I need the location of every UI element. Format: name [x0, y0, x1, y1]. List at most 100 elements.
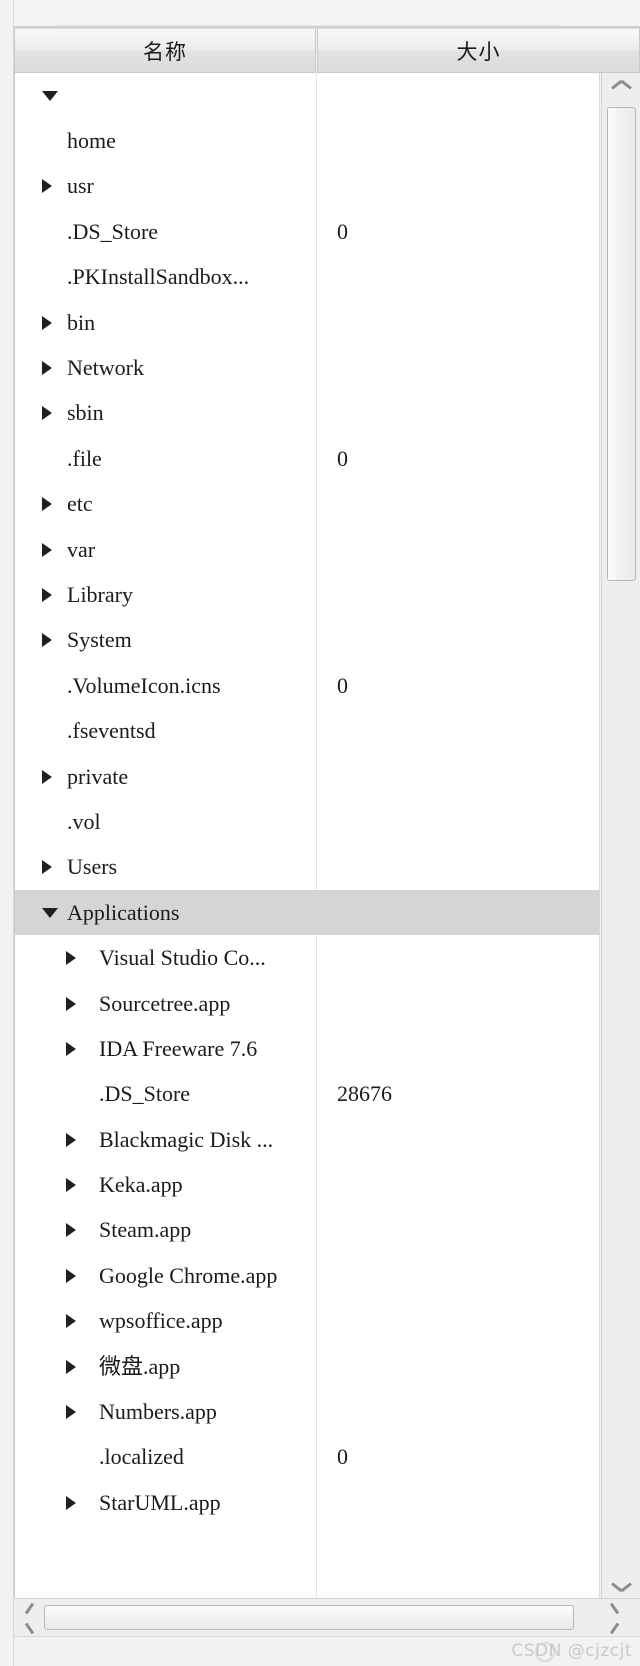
tree-row[interactable]: .localized 0: [15, 1435, 599, 1480]
tree-row[interactable]: Sourcetree.app: [15, 981, 599, 1026]
tree-row[interactable]: .DS_Store 0: [15, 209, 599, 254]
tree-row[interactable]: [15, 73, 599, 118]
triangle-right-icon[interactable]: [66, 1495, 76, 1510]
triangle-right-icon[interactable]: [42, 406, 52, 421]
triangle-right-icon[interactable]: [42, 361, 52, 376]
tree-row-name-cell[interactable]: .fseventsd: [15, 708, 316, 753]
tree-row-name-cell[interactable]: Google Chrome.app: [15, 1253, 316, 1298]
tree-row-name-cell[interactable]: etc: [15, 482, 316, 527]
triangle-right-icon[interactable]: [66, 1132, 76, 1147]
triangle-right-icon[interactable]: [42, 769, 52, 784]
tree-row[interactable]: bin: [15, 300, 599, 345]
triangle-right-icon[interactable]: [42, 860, 52, 875]
chevron-down-icon: [612, 1578, 631, 1588]
tree-row-name-cell[interactable]: .VolumeIcon.icns: [15, 663, 316, 708]
tree-row[interactable]: Applications: [15, 890, 599, 936]
tree-row[interactable]: Steam.app: [15, 1208, 599, 1253]
triangle-right-icon[interactable]: [66, 1041, 76, 1056]
tree-row-name-cell[interactable]: .DS_Store: [15, 209, 316, 254]
tree-row[interactable]: .DS_Store 28676: [15, 1072, 599, 1117]
tree-row[interactable]: 微盘.app: [15, 1344, 599, 1389]
tree-row[interactable]: .vol: [15, 799, 599, 844]
triangle-right-icon[interactable]: [66, 1178, 76, 1193]
tree-row[interactable]: Library: [15, 572, 599, 617]
tree-row-name-cell[interactable]: .localized: [15, 1435, 316, 1480]
tree-row-name-cell[interactable]: Sourcetree.app: [15, 981, 316, 1026]
tree-row-name-cell[interactable]: sbin: [15, 391, 316, 436]
tree-row-name-cell[interactable]: .vol: [15, 799, 316, 844]
tree-row-label: Sourcetree.app: [99, 990, 231, 1016]
triangle-right-icon[interactable]: [42, 315, 52, 330]
tree-row-name-cell[interactable]: usr: [15, 164, 316, 209]
triangle-right-icon[interactable]: [42, 633, 52, 648]
tree-row[interactable]: etc: [15, 482, 599, 527]
tree-row[interactable]: IDA Freeware 7.6: [15, 1026, 599, 1071]
tree-row[interactable]: StarUML.app: [15, 1480, 599, 1525]
tree-row-name-cell[interactable]: var: [15, 527, 316, 572]
horizontal-scrollbar-thumb[interactable]: [44, 1605, 574, 1630]
triangle-down-icon[interactable]: [42, 907, 58, 918]
triangle-right-icon[interactable]: [42, 179, 52, 194]
tree-row-name-cell[interactable]: .file: [15, 436, 316, 481]
tree-row[interactable]: Blackmagic Disk ...: [15, 1117, 599, 1162]
tree-row-name-cell[interactable]: Users: [15, 845, 316, 890]
triangle-right-icon[interactable]: [42, 497, 52, 512]
tree-row-name-cell[interactable]: wpsoffice.app: [15, 1299, 316, 1344]
column-header-size[interactable]: 大小: [317, 28, 640, 73]
triangle-right-icon[interactable]: [42, 542, 52, 557]
tree-row[interactable]: Numbers.app: [15, 1389, 599, 1434]
tree-row-name-cell[interactable]: [15, 73, 316, 118]
tree-row[interactable]: usr: [15, 164, 599, 209]
tree-row-name-cell[interactable]: private: [15, 754, 316, 799]
scroll-up-button[interactable]: [602, 73, 640, 103]
triangle-right-icon[interactable]: [66, 951, 76, 966]
column-header-name[interactable]: 名称: [14, 28, 316, 73]
tree-row[interactable]: Network: [15, 345, 599, 390]
tree-row-name-cell[interactable]: System: [15, 618, 316, 663]
scroll-right-button[interactable]: [596, 1599, 628, 1636]
tree-row-name-cell[interactable]: .PKInstallSandbox...: [15, 255, 316, 300]
tree-row-name-cell[interactable]: Blackmagic Disk ...: [15, 1117, 316, 1162]
scroll-down-button[interactable]: [602, 1568, 640, 1598]
tree-row[interactable]: System: [15, 618, 599, 663]
tree-row-name-cell[interactable]: Keka.app: [15, 1162, 316, 1207]
tree-row-name-cell[interactable]: Visual Studio Co...: [15, 935, 316, 980]
tree-row-name-cell[interactable]: Network: [15, 345, 316, 390]
tree-row-name-cell[interactable]: StarUML.app: [15, 1480, 316, 1525]
tree-row-name-cell[interactable]: Applications: [15, 890, 316, 935]
tree-row[interactable]: home: [15, 118, 599, 163]
triangle-down-icon[interactable]: [42, 90, 58, 101]
tree-row[interactable]: Visual Studio Co...: [15, 935, 599, 980]
triangle-right-icon[interactable]: [66, 1268, 76, 1283]
tree-row[interactable]: Users: [15, 845, 599, 890]
tree-row[interactable]: .PKInstallSandbox...: [15, 255, 599, 300]
tree-row[interactable]: Google Chrome.app: [15, 1253, 599, 1298]
triangle-right-icon[interactable]: [66, 996, 76, 1011]
tree-row-name-cell[interactable]: Steam.app: [15, 1208, 316, 1253]
tree-row-name-cell[interactable]: .DS_Store: [15, 1072, 316, 1117]
triangle-right-icon[interactable]: [42, 587, 52, 602]
tree-row[interactable]: private: [15, 754, 599, 799]
tree-row-name-cell[interactable]: IDA Freeware 7.6: [15, 1026, 316, 1071]
tree-row-name-cell[interactable]: 微盘.app: [15, 1344, 316, 1389]
tree-row[interactable]: .fseventsd: [15, 708, 599, 753]
tree-row[interactable]: .VolumeIcon.icns 0: [15, 663, 599, 708]
file-tree-viewport[interactable]: home usr .DS_Store 0 .PKInstallSandbox... bin…: [14, 73, 600, 1598]
tree-row-name-cell[interactable]: bin: [15, 300, 316, 345]
triangle-right-icon[interactable]: [66, 1223, 76, 1238]
vertical-scrollbar-thumb[interactable]: [607, 107, 636, 581]
tree-row[interactable]: wpsoffice.app: [15, 1299, 599, 1344]
tree-row[interactable]: Keka.app: [15, 1162, 599, 1207]
tree-row-name-cell[interactable]: home: [15, 118, 316, 163]
horizontal-scrollbar[interactable]: [14, 1598, 640, 1636]
tree-row[interactable]: sbin: [15, 391, 599, 436]
chevron-right-icon: [607, 1608, 617, 1628]
triangle-right-icon[interactable]: [66, 1314, 76, 1329]
tree-row[interactable]: .file 0: [15, 436, 599, 481]
triangle-right-icon[interactable]: [66, 1405, 76, 1420]
triangle-right-icon[interactable]: [66, 1359, 76, 1374]
tree-row-name-cell[interactable]: Library: [15, 572, 316, 617]
tree-row[interactable]: var: [15, 527, 599, 572]
tree-row-name-cell[interactable]: Numbers.app: [15, 1389, 316, 1434]
vertical-scrollbar[interactable]: [601, 73, 640, 1598]
